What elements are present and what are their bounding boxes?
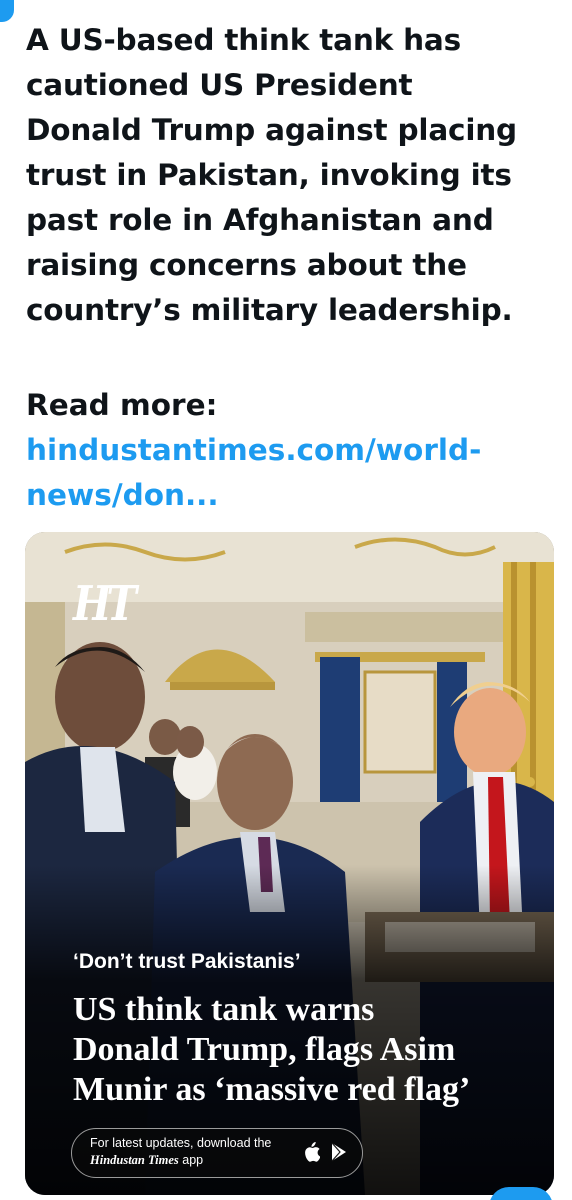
tweet-line: raising concerns about the: [26, 248, 467, 282]
promo-brand: Hindustan Times: [90, 1153, 179, 1167]
tweet-line: country’s military leadership.: [26, 293, 513, 327]
read-more-label: Read more:: [26, 388, 218, 422]
tweet-line: trust in Pakistan, invoking its: [26, 158, 512, 192]
promo-suffix: app: [178, 1153, 204, 1167]
play-store-icon[interactable]: [330, 1142, 348, 1162]
headline-line: Munir as ‘massive red flag’: [73, 1071, 471, 1108]
promo-line: For latest updates, download the: [90, 1136, 272, 1150]
ht-logo: HT: [73, 576, 137, 632]
promo-text: For latest updates, download the Hindust…: [90, 1135, 271, 1169]
promo-line-2: Hindustan Times app: [90, 1152, 271, 1169]
link-line: news/don...: [26, 478, 219, 512]
store-icons: [302, 1142, 348, 1162]
app-download-promo[interactable]: For latest updates, download the Hindust…: [71, 1128, 363, 1178]
headline-line: US think tank warns: [73, 991, 375, 1028]
link-line: hindustantimes.com/world-: [26, 433, 482, 467]
tweet-line: A US-based think tank has: [26, 23, 461, 57]
card-headline: US think tank warns Donald Trump, flags …: [73, 990, 543, 1110]
headline-line: Donald Trump, flags Asim: [73, 1031, 456, 1068]
tweet-line: Donald Trump against placing: [26, 113, 517, 147]
tweet-line: past role in Afghanistan and: [26, 203, 494, 237]
article-link[interactable]: hindustantimes.com/world- news/don...: [26, 428, 526, 518]
apple-icon[interactable]: [302, 1142, 320, 1162]
thread-indicator: [0, 0, 14, 22]
media-card[interactable]: HT ‘Don’t trust Pakistanis’ US think tan…: [25, 532, 554, 1195]
compose-button[interactable]: [489, 1187, 553, 1200]
read-more-section: Read more: hindustantimes.com/world- new…: [26, 383, 556, 518]
tweet-line: cautioned US President: [26, 68, 413, 102]
headline-kicker: ‘Don’t trust Pakistanis’: [73, 950, 301, 973]
tweet-body: A US-based think tank has cautioned US P…: [26, 18, 556, 333]
